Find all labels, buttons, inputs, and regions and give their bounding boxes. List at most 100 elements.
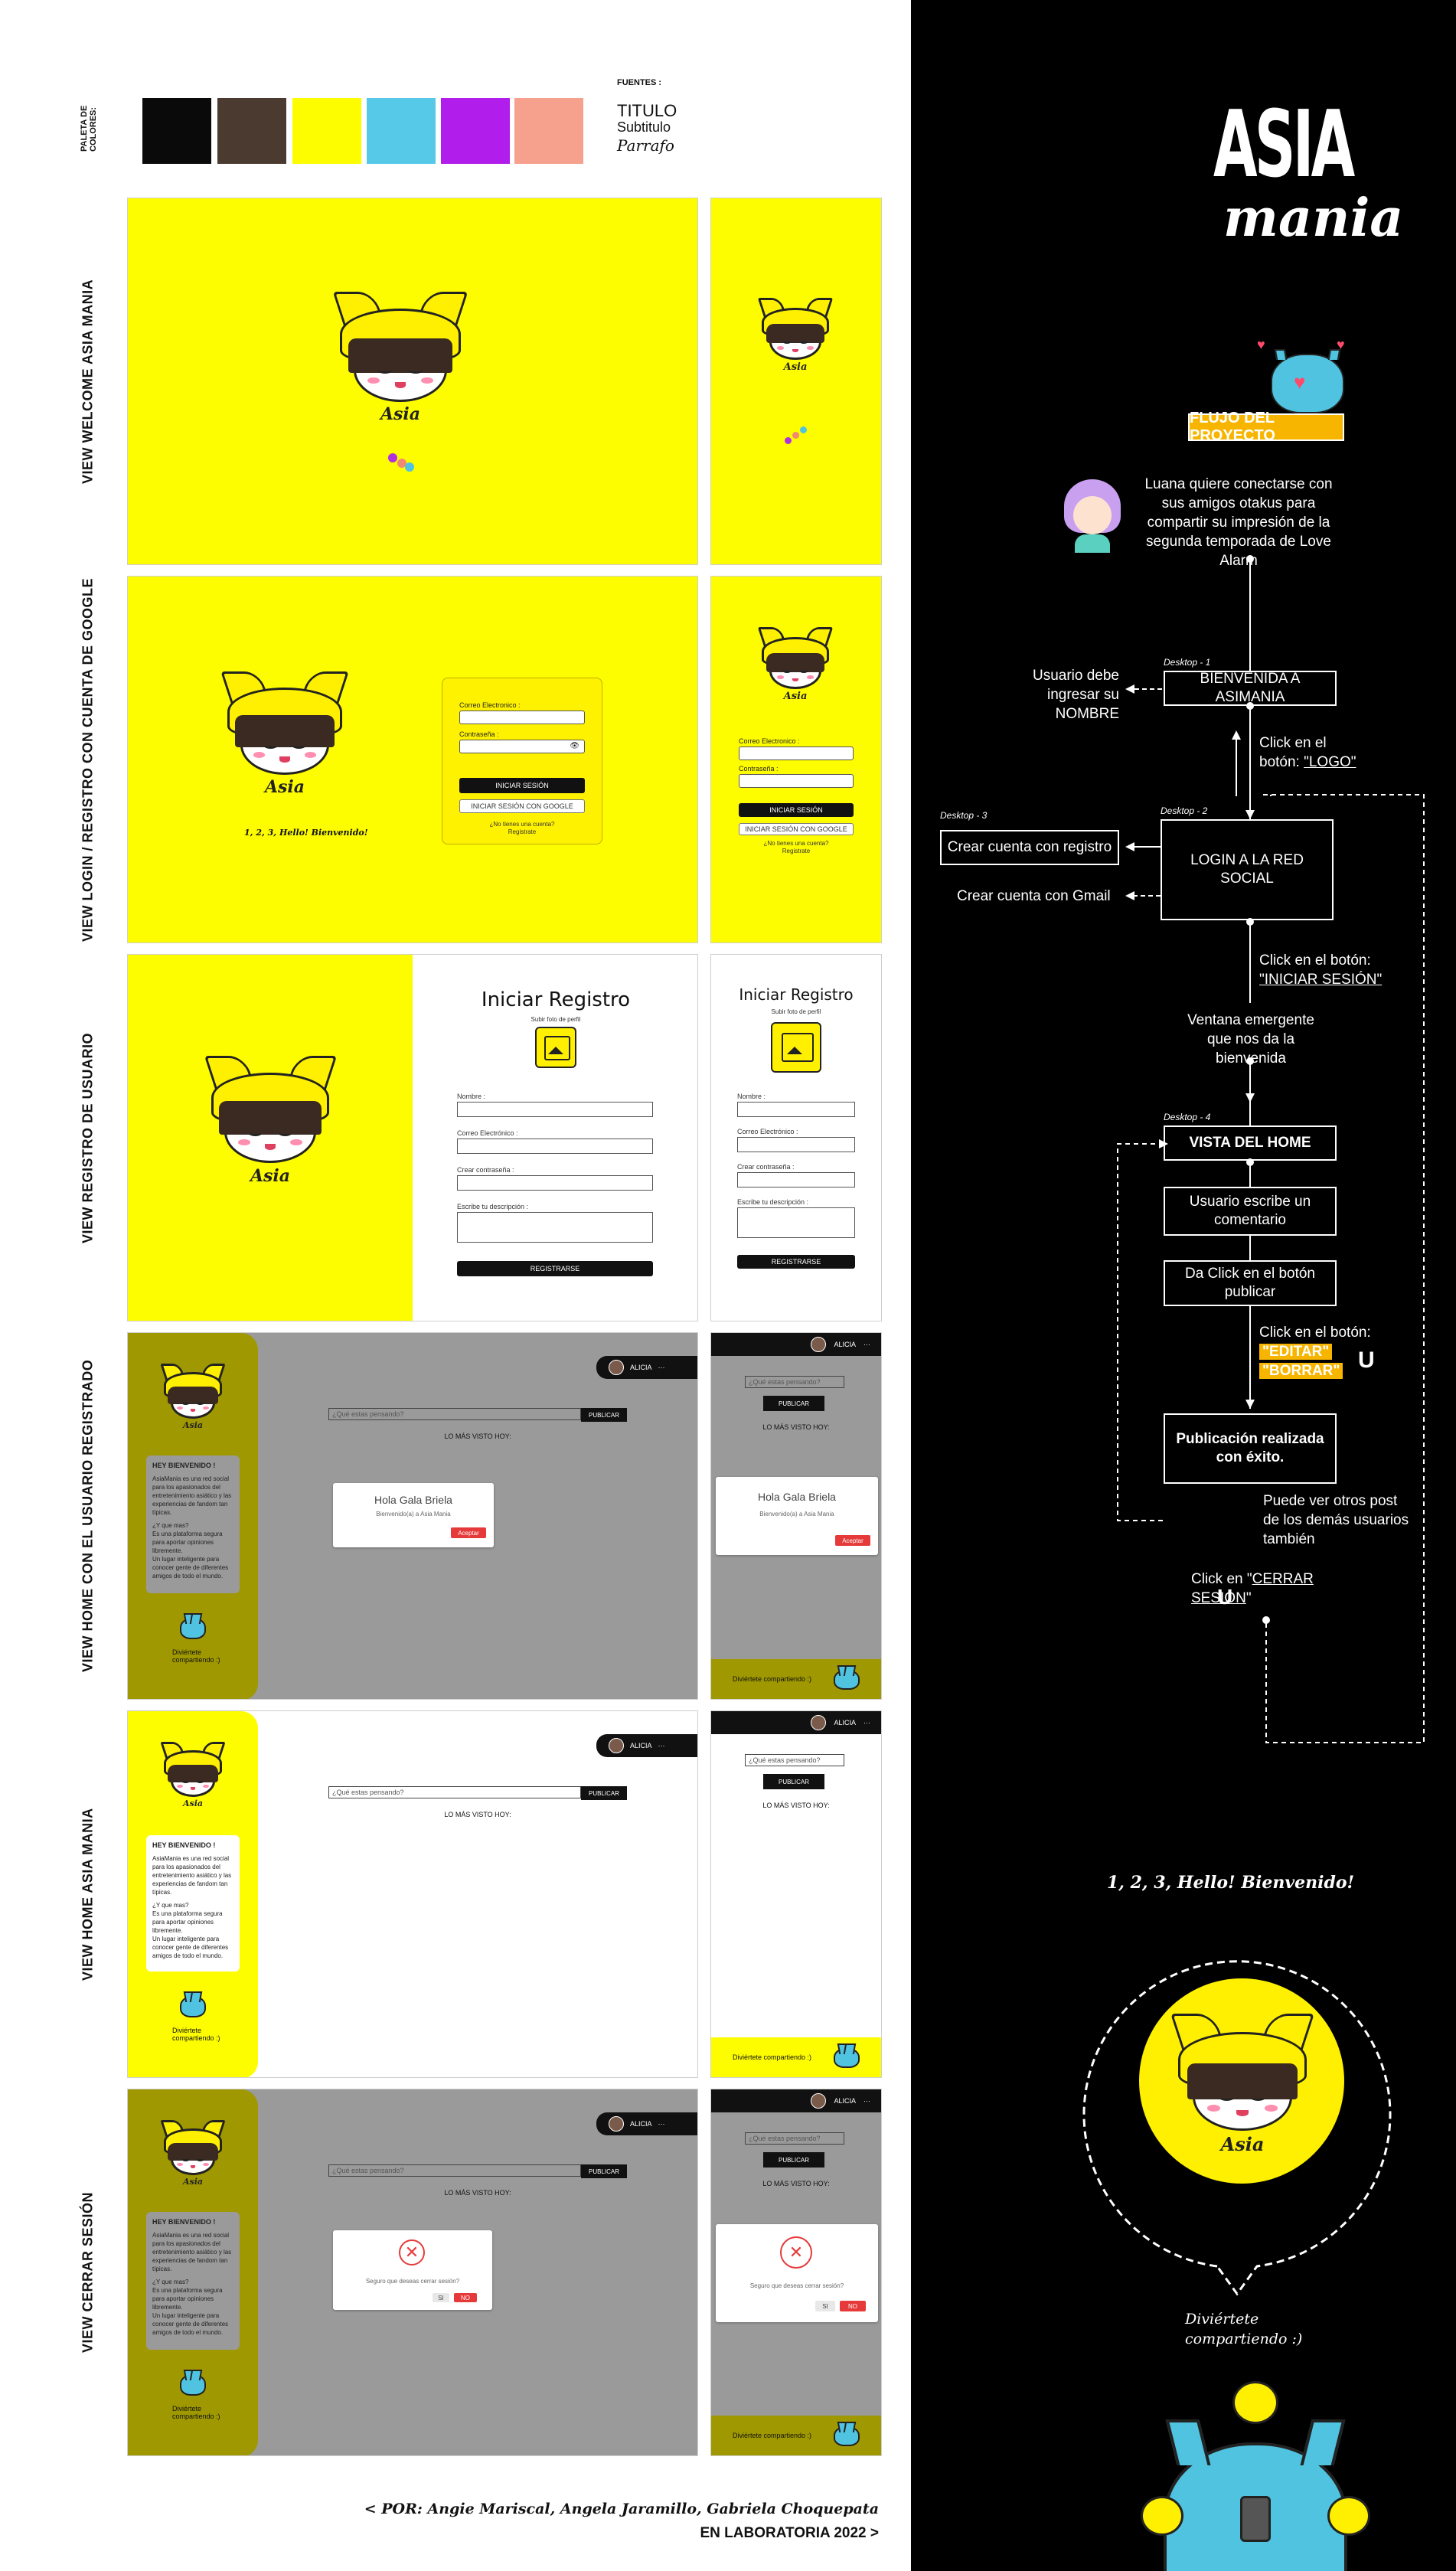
cat-girl-mascot-icon[interactable]: Asia	[160, 1742, 226, 1808]
post-input[interactable]: ¿Qué estas pensando?	[328, 1786, 581, 1798]
welcome-info-box: HEY BIENVENIDO ! AsiaMania es una red so…	[146, 2212, 240, 2350]
share-text: Diviértete compartiendo :)	[172, 2027, 220, 2042]
diviertete-line-1: Diviértete	[1185, 2311, 1259, 2328]
publish-button[interactable]: PUBLICAR	[763, 1396, 824, 1411]
user-menu[interactable]: ALICIA ···	[596, 2112, 697, 2135]
eye-icon[interactable]: 👁	[570, 742, 579, 750]
sidebar: Asia HEY BIENVENIDO ! AsiaMania es una r…	[128, 1711, 258, 2077]
most-viewed-label: LO MÁS VISTO HOY:	[762, 1802, 830, 1809]
publish-button[interactable]: PUBLICAR	[763, 2152, 824, 2168]
photo-label: Subir foto de perfil	[771, 1008, 821, 1015]
avatar	[811, 1715, 827, 1730]
post-input[interactable]: ¿Qué estas pensando?	[328, 1408, 581, 1420]
most-viewed-label: LO MÁS VISTO HOY:	[444, 1433, 511, 1440]
welcome-title: HEY BIENVENIDO !	[152, 1841, 216, 1849]
name-field[interactable]	[737, 1102, 855, 1117]
reg-password-field[interactable]	[457, 1175, 653, 1191]
top-bar: ALICIA ···	[711, 1333, 881, 1356]
name-label: Nombre :	[457, 1093, 486, 1100]
email-field[interactable]	[739, 746, 854, 760]
cat-girl-mascot-icon[interactable]: Asia	[160, 2120, 226, 2187]
email-label: Correo Electronico :	[459, 701, 521, 709]
password-field[interactable]	[739, 774, 854, 788]
share-text: Diviértete compartiendo :)	[172, 2405, 220, 2420]
register-link[interactable]: Registrate	[442, 828, 602, 835]
welcome-mobile-frame: Asia	[710, 198, 882, 565]
more-icon[interactable]: ···	[658, 1364, 665, 1371]
publish-button[interactable]: PUBLICAR	[581, 1408, 627, 1422]
top-bar: ALICIA ···	[711, 1711, 881, 1734]
user-name: ALICIA	[834, 1341, 856, 1348]
register-button[interactable]: REGISTRARSE	[737, 1255, 855, 1269]
more-icon[interactable]: ···	[863, 1341, 870, 1348]
color-swatch-blue	[367, 98, 436, 164]
accept-button[interactable]: Aceptar	[835, 1535, 870, 1546]
cat-girl-mascot-icon[interactable]: Asia	[160, 1364, 226, 1430]
row-label-welcome: VIEW WELCOME ASIA MANIA	[80, 279, 96, 484]
upload-image-icon[interactable]	[535, 1027, 576, 1068]
no-button[interactable]: NO	[840, 2301, 866, 2311]
cat-girl-mascot-icon[interactable]: Asia	[203, 1056, 338, 1186]
more-icon[interactable]: ···	[863, 1719, 870, 1727]
more-icon[interactable]: ···	[863, 2097, 870, 2105]
more-icon[interactable]: ···	[658, 2120, 665, 2128]
diviertete-line-2: compartiendo :)	[1185, 2331, 1303, 2347]
yes-button[interactable]: SI	[815, 2301, 835, 2311]
row-label-cerrar: VIEW CERRAR SESIÓN	[80, 2191, 96, 2354]
share-text: Diviértete compartiendo :)	[733, 2053, 812, 2061]
publish-button[interactable]: PUBLICAR	[581, 1786, 627, 1800]
cat-girl-mascot-icon[interactable]: Asia	[757, 627, 834, 702]
reg-email-field[interactable]	[457, 1138, 653, 1154]
logout-question: Seguro que deseas cerrar sesión?	[749, 2282, 844, 2289]
credits-authors: < POR: Angie Mariscal, Angela Jaramillo,…	[364, 2501, 879, 2517]
blue-cat-icon	[180, 1618, 206, 1639]
cat-girl-mascot-icon[interactable]: Asia	[220, 671, 350, 797]
login-button[interactable]: INICIAR SESIÓN	[739, 803, 854, 817]
yes-button[interactable]: SI	[433, 2293, 449, 2302]
no-account-text: ¿No tienes una cuenta?	[763, 840, 829, 847]
logout-question: Seguro que deseas cerrar sesión?	[365, 2278, 460, 2285]
cat-girl-mascot-icon[interactable]: Asia	[331, 292, 469, 424]
desc-field[interactable]	[457, 1212, 653, 1243]
accept-button[interactable]: Aceptar	[451, 1527, 486, 1538]
email-field[interactable]	[459, 711, 585, 724]
google-login-button[interactable]: INICIAR SESIÓN CON GOOGLE	[459, 799, 585, 813]
bottom-bar: Diviértete compartiendo :)	[711, 2037, 881, 2077]
more-icon[interactable]: ···	[658, 1742, 665, 1749]
logo-text: Asia	[783, 690, 808, 702]
cerrar-mobile-frame: ALICIA ··· ¿Qué estas pensando? PUBLICAR…	[710, 2089, 882, 2456]
color-swatch-salmon	[514, 98, 583, 164]
welcome-text-3: Es una plataforma segura para aportar op…	[152, 1910, 223, 1934]
color-swatch-yellow	[292, 98, 361, 164]
upload-image-icon[interactable]	[771, 1022, 821, 1073]
reg-email-field[interactable]	[737, 1137, 855, 1152]
user-menu[interactable]: ALICIA ···	[596, 1734, 697, 1757]
login-button[interactable]: INICIAR SESIÓN	[459, 778, 585, 793]
welcome-text-4: Un lugar inteligente para conocer gente …	[152, 2312, 229, 2336]
logout-modal: ✕ Seguro que deseas cerrar sesión? SI NO	[333, 2230, 492, 2310]
font-sample-title: TITULO	[617, 101, 677, 120]
post-input[interactable]: ¿Qué estas pensando?	[745, 1754, 844, 1766]
welcome-text-4: Un lugar inteligente para conocer gente …	[152, 1556, 229, 1580]
no-button[interactable]: NO	[454, 2293, 477, 2302]
name-field[interactable]	[457, 1102, 653, 1117]
password-field[interactable]: 👁	[459, 740, 585, 753]
reg-password-field[interactable]	[737, 1172, 855, 1187]
row-label-registro: VIEW REGISTRO DE USUARIO	[80, 1032, 96, 1243]
post-input[interactable]: ¿Qué estas pensando?	[745, 1376, 844, 1388]
google-login-button[interactable]: INICIAR SESIÓN CON GOOGLE	[739, 823, 854, 835]
blue-cat-icon	[180, 1996, 206, 2017]
user-name: ALICIA	[630, 1364, 652, 1371]
post-input[interactable]: ¿Qué estas pensando?	[745, 2132, 844, 2145]
cat-girl-mascot-icon[interactable]: Asia	[757, 298, 834, 373]
logo-text: Asia	[182, 1798, 204, 1808]
user-name: ALICIA	[834, 1719, 856, 1727]
desc-field[interactable]	[737, 1207, 855, 1238]
user-menu[interactable]: ALICIA ···	[596, 1356, 697, 1379]
welcome-text-1: AsiaMania es una red social para los apa…	[152, 1855, 232, 1896]
publish-button[interactable]: PUBLICAR	[581, 2164, 627, 2178]
publish-button[interactable]: PUBLICAR	[763, 1774, 824, 1789]
register-link[interactable]: Registrate	[711, 848, 881, 854]
register-button[interactable]: REGISTRARSE	[457, 1261, 653, 1276]
post-input[interactable]: ¿Qué estas pensando?	[328, 2164, 581, 2177]
